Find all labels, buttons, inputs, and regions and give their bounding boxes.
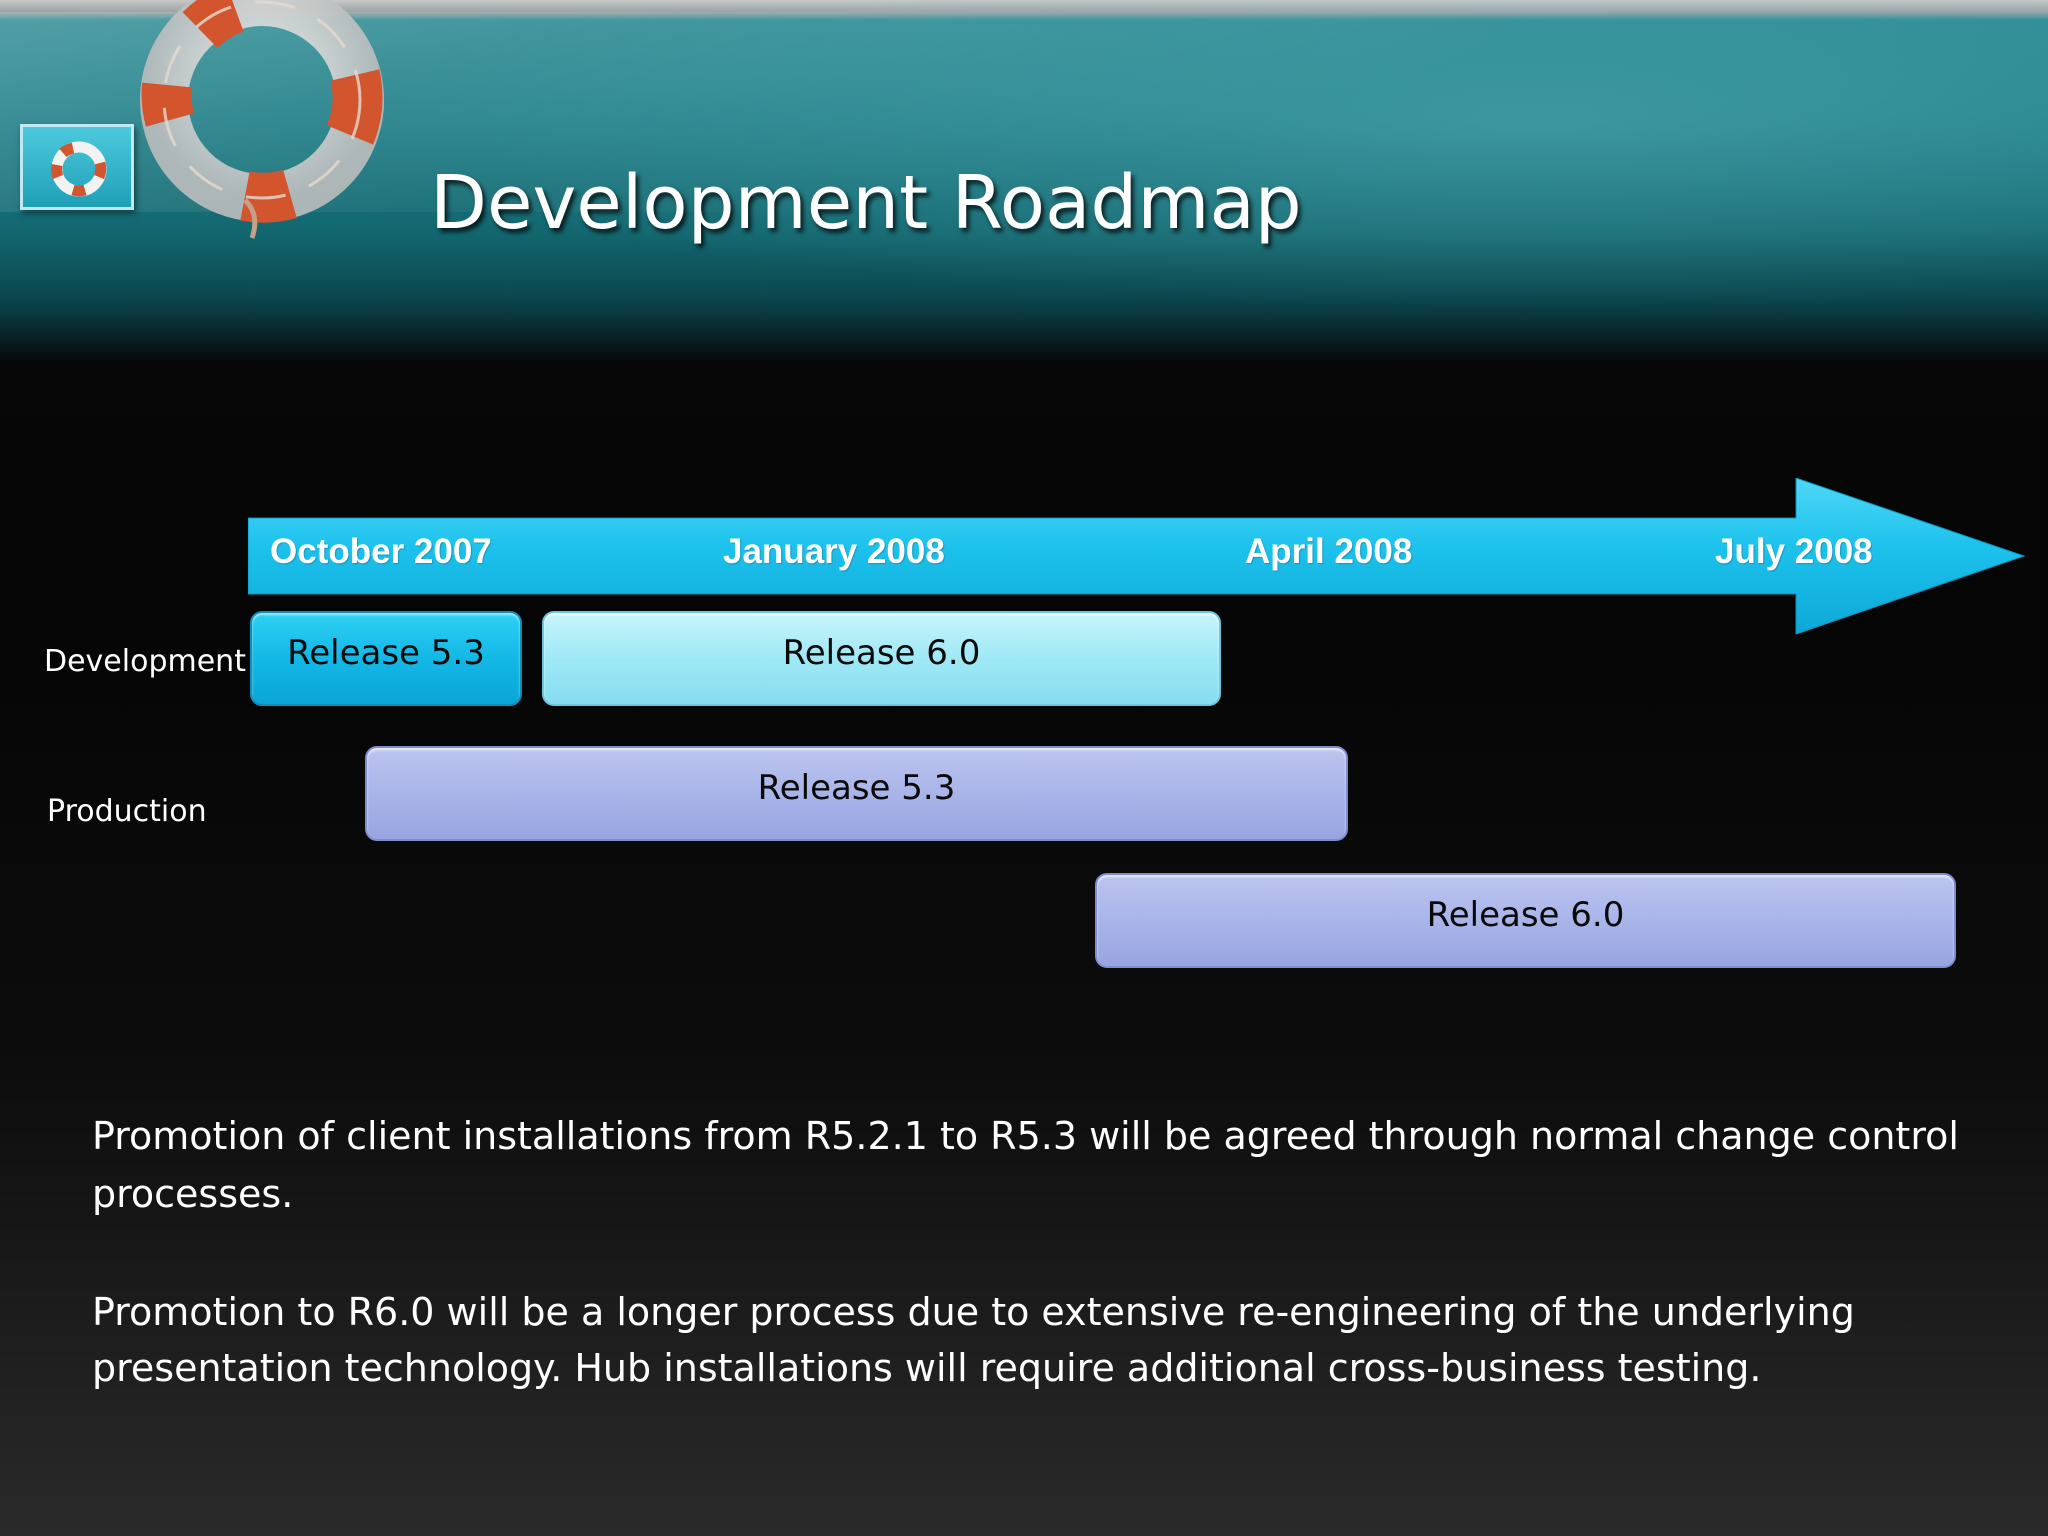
row-label-production: Production xyxy=(47,794,207,829)
timeline-month-jan-2008: January 2008 xyxy=(723,532,945,571)
slide-header: Development Roadmap xyxy=(0,0,2048,360)
row-label-development: Development xyxy=(44,644,246,679)
life-ring-thumbnail-icon xyxy=(20,124,134,210)
life-ring-icon xyxy=(140,0,384,239)
slide-title: Development Roadmap xyxy=(430,160,1302,246)
note-paragraph-1: Promotion of client installations from R… xyxy=(92,1114,1959,1216)
prod-release-6-0-bar: Release 6.0 xyxy=(1095,873,1956,968)
dev-release-5-3-bar: Release 5.3 xyxy=(250,611,522,706)
prod-release-5-3-bar: Release 5.3 xyxy=(365,746,1348,841)
note-paragraph-2: Promotion to R6.0 will be a longer proce… xyxy=(92,1290,1855,1390)
timeline-month-apr-2008: April 2008 xyxy=(1245,532,1413,571)
timeline-month-oct-2007: October 2007 xyxy=(270,532,492,571)
dev-release-6-0-bar: Release 6.0 xyxy=(542,611,1221,706)
timeline-month-jul-2008: July 2008 xyxy=(1715,532,1873,571)
